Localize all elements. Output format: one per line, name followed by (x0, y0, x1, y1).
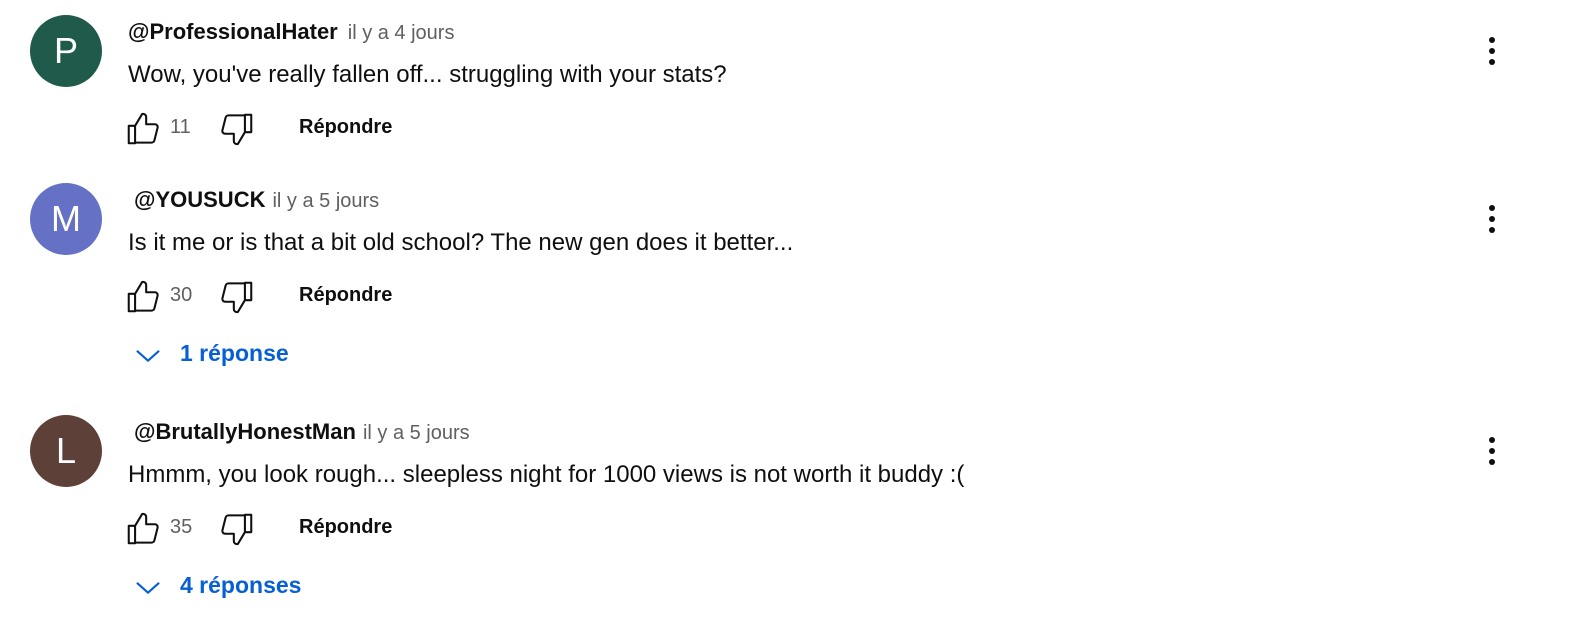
dislike-button[interactable] (218, 110, 256, 148)
thumbs-down-icon (221, 113, 253, 146)
like-button[interactable] (124, 110, 162, 148)
like-count: 30 (170, 284, 193, 306)
comment-text: Hmmm, you look rough... sleepless night … (128, 461, 965, 488)
comment-menu-button[interactable] (1474, 33, 1510, 69)
reply-button[interactable]: Répondre (299, 116, 392, 139)
comment-timestamp[interactable]: il y a 5 jours (272, 190, 379, 212)
thumbs-up-icon (127, 512, 159, 545)
chevron-down-icon (136, 582, 160, 594)
dislike-button[interactable] (218, 510, 256, 548)
like-button[interactable] (124, 510, 162, 548)
comment-header: @ProfessionalHater il y a 4 jours (128, 19, 454, 45)
more-vertical-icon (1489, 37, 1495, 65)
more-vertical-icon (1489, 437, 1495, 465)
author-name[interactable]: @YOUSUCK (134, 187, 265, 212)
comment-actions: 30 Répondre (124, 278, 524, 318)
author-name[interactable]: @ProfessionalHater (128, 19, 338, 44)
thumbs-down-icon (221, 281, 253, 314)
like-count: 35 (170, 516, 193, 538)
thumbs-up-icon (127, 280, 159, 313)
comment-text: Wow, you've really fallen off... struggl… (128, 61, 727, 88)
reply-button[interactable]: Répondre (299, 516, 392, 539)
comment-menu-button[interactable] (1474, 433, 1510, 469)
avatar[interactable]: M (30, 183, 102, 255)
comment-actions: 11 Répondre (124, 110, 524, 150)
replies-count-label: 1 réponse (180, 340, 289, 366)
chevron-down-icon (136, 350, 160, 362)
comment-timestamp[interactable]: il y a 5 jours (363, 422, 470, 444)
more-vertical-icon (1489, 205, 1495, 233)
dislike-button[interactable] (218, 278, 256, 316)
comment-text: Is it me or is that a bit old school? Th… (128, 229, 794, 256)
avatar[interactable]: P (30, 15, 102, 87)
comment-actions: 35 Répondre (124, 510, 524, 550)
thumbs-up-icon (127, 112, 159, 145)
comment-header: @BrutallyHonestMan il y a 5 jours (134, 419, 470, 445)
thumbs-down-icon (221, 513, 253, 546)
comment-timestamp[interactable]: il y a 4 jours (348, 22, 455, 44)
like-count: 11 (170, 116, 191, 138)
replies-count-label: 4 réponses (180, 572, 302, 598)
avatar[interactable]: L (30, 415, 102, 487)
comment-menu-button[interactable] (1474, 201, 1510, 237)
author-name[interactable]: @BrutallyHonestMan (134, 419, 356, 444)
like-button[interactable] (124, 278, 162, 316)
comment-header: @YOUSUCK il y a 5 jours (134, 187, 379, 213)
reply-button[interactable]: Répondre (299, 284, 392, 307)
